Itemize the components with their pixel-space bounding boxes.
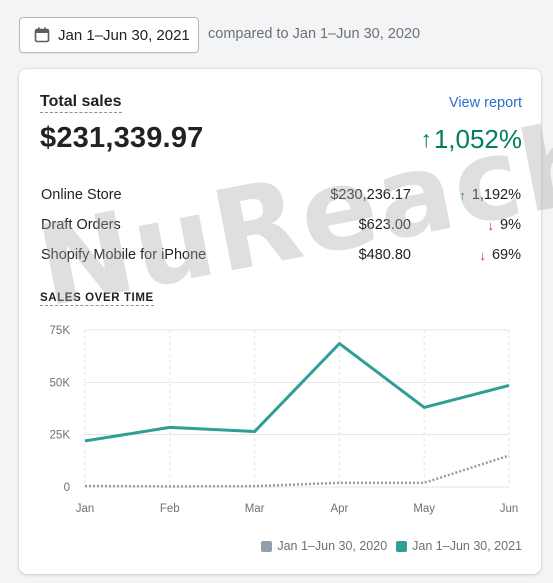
channel-change: ↑ 1,192% (459, 187, 521, 203)
channel-value: $480.80 (358, 247, 411, 263)
chart-legend: Jan 1–Jun 30, 2020 Jan 1–Jun 30, 2021 (252, 539, 522, 553)
y-tick-label: 0 (64, 482, 70, 494)
arrow-up-icon: ↑ (420, 126, 432, 152)
sales-over-time-chart[interactable]: 0 25K 50K 75K Jan Feb Mar Apr May Jun (19, 314, 541, 539)
calendar-icon (34, 27, 50, 43)
x-tick-label: Mar (245, 503, 265, 515)
x-tick-label: Feb (160, 503, 180, 515)
x-tick-label: Jan (76, 503, 95, 515)
y-tick-label: 50K (50, 377, 71, 389)
legend-swatch (396, 540, 408, 552)
channel-breakdown: Online Store $230,236.17 ↑ 1,192% Draft … (41, 185, 521, 275)
channel-change-value: 9% (500, 217, 521, 233)
legend-item-2020[interactable]: Jan 1–Jun 30, 2020 (261, 539, 387, 553)
legend-swatch (261, 540, 273, 552)
date-range-button[interactable]: Jan 1–Jun 30, 2021 (19, 17, 199, 53)
channel-name: Online Store (41, 187, 122, 203)
channel-name: Shopify Mobile for iPhone (41, 247, 207, 263)
channel-row: Draft Orders $623.00 ↓ 9% (41, 215, 521, 245)
total-sales-value: $231,339.97 (40, 122, 204, 154)
channel-change: ↓ 9% (488, 217, 521, 233)
channel-value: $623.00 (358, 217, 411, 233)
view-report-link[interactable]: View report (449, 95, 522, 111)
legend-item-2021[interactable]: Jan 1–Jun 30, 2021 (396, 539, 522, 553)
total-sales-card: Total sales View report $231,339.97 ↑ 1,… (19, 69, 541, 574)
channel-change-value: 69% (491, 247, 521, 263)
series-line-2020 (84, 454, 510, 488)
card-title[interactable]: Total sales (40, 93, 122, 113)
series-line-2021 (84, 342, 510, 443)
arrow-down-icon: ↓ (479, 247, 486, 263)
channel-change-value: 1,192% (471, 187, 521, 203)
channel-row: Online Store $230,236.17 ↑ 1,192% (41, 185, 521, 215)
y-tick-label: 25K (50, 430, 71, 442)
channel-change: ↓ 69% (479, 247, 521, 263)
x-tick-label: May (413, 503, 435, 515)
comparison-text: compared to Jan 1–Jun 30, 2020 (208, 26, 421, 42)
date-range-label: Jan 1–Jun 30, 2021 (58, 26, 190, 44)
y-tick-label: 75K (50, 325, 71, 337)
channel-name: Draft Orders (41, 217, 121, 233)
x-tick-label: Jun (500, 503, 519, 515)
arrow-down-icon: ↓ (487, 217, 495, 233)
x-tick-label: Apr (330, 503, 348, 515)
total-change: ↑ 1,052% (420, 124, 522, 155)
channel-row: Shopify Mobile for iPhone $480.80 ↓ 69% (41, 245, 521, 275)
chart-title[interactable]: SALES OVER TIME (40, 291, 154, 306)
channel-value: $230,236.17 (330, 187, 411, 203)
arrow-up-icon: ↑ (459, 187, 466, 203)
legend-label: Jan 1–Jun 30, 2020 (277, 539, 388, 553)
legend-label: Jan 1–Jun 30, 2021 (412, 539, 522, 553)
total-change-value: 1,052% (433, 124, 522, 154)
